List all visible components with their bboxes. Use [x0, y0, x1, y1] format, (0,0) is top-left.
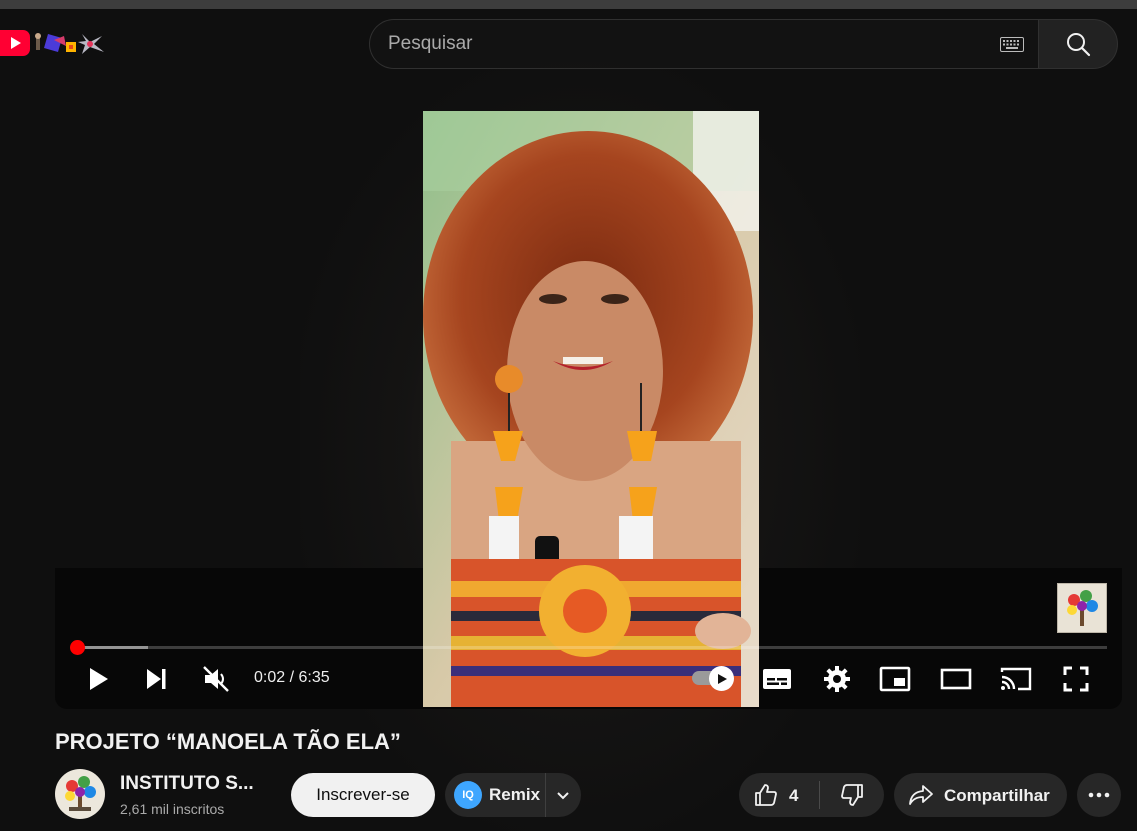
remix-divider	[545, 773, 546, 817]
fullscreen-button[interactable]	[1060, 663, 1092, 695]
search-input[interactable]	[388, 20, 968, 68]
remix-label: Remix	[489, 785, 541, 804]
play-logo-icon	[11, 37, 21, 49]
cast-icon	[1000, 667, 1032, 691]
miniplayer-icon	[879, 666, 911, 692]
scrubber-handle[interactable]	[70, 640, 85, 655]
autoplay-knob[interactable]	[709, 666, 734, 691]
channel-watermark[interactable]	[1057, 583, 1107, 633]
buffer-bar	[77, 646, 148, 649]
gear-icon	[824, 666, 850, 692]
tree-logo-icon	[65, 776, 96, 811]
cast-button[interactable]	[998, 663, 1034, 695]
share-label: Compartilhar	[944, 786, 1050, 805]
next-button[interactable]	[142, 663, 170, 695]
settings-button[interactable]	[820, 663, 854, 695]
video-frame[interactable]	[423, 111, 759, 707]
remix-extension-icon: IQ	[454, 781, 482, 809]
doodle-icon[interactable]	[34, 30, 110, 56]
top-strip	[0, 0, 1137, 9]
subtitles-button[interactable]	[760, 663, 794, 695]
play-button[interactable]	[84, 663, 112, 695]
fullscreen-icon	[1063, 666, 1089, 692]
like-dislike-group: 4	[739, 773, 884, 817]
miniplayer-button[interactable]	[878, 663, 912, 695]
like-button[interactable]: 4	[739, 773, 819, 817]
volume-muted-icon	[203, 666, 229, 692]
search-button[interactable]	[1038, 19, 1118, 69]
thumbs-down-icon	[841, 784, 863, 806]
play-icon	[90, 668, 108, 690]
subtitles-icon	[763, 669, 791, 689]
theater-mode-icon	[940, 668, 972, 690]
time-display: 0:02 / 6:35	[254, 669, 330, 686]
channel-name[interactable]: INSTITUTO S...	[120, 773, 254, 795]
youtube-logo[interactable]	[0, 30, 30, 56]
more-horizontal-icon	[1088, 792, 1110, 798]
share-icon	[909, 785, 933, 805]
share-button[interactable]: Compartilhar	[894, 773, 1067, 817]
keyboard-icon[interactable]	[1000, 37, 1024, 52]
tree-logo-icon	[1067, 590, 1098, 626]
thumbs-up-icon	[755, 784, 777, 806]
video-thumbnail-image	[423, 111, 759, 707]
mute-button[interactable]	[200, 663, 232, 695]
progress-bar[interactable]	[77, 646, 1107, 649]
search-icon	[1067, 33, 1091, 57]
like-count: 4	[789, 786, 799, 805]
chevron-down-icon[interactable]	[555, 787, 571, 803]
dislike-button[interactable]	[820, 773, 884, 817]
video-title: PROJETO “MANOELA TÃO ELA”	[55, 729, 401, 754]
theater-mode-button[interactable]	[938, 663, 974, 695]
autoplay-play-icon	[717, 673, 727, 684]
more-actions-button[interactable]	[1077, 773, 1121, 817]
remix-button[interactable]: IQ Remix	[445, 773, 581, 817]
subscriber-count: 2,61 mil inscritos	[120, 801, 225, 817]
channel-avatar[interactable]	[55, 769, 105, 819]
skip-next-icon	[147, 669, 166, 689]
subscribe-button[interactable]: Inscrever-se	[291, 773, 435, 817]
